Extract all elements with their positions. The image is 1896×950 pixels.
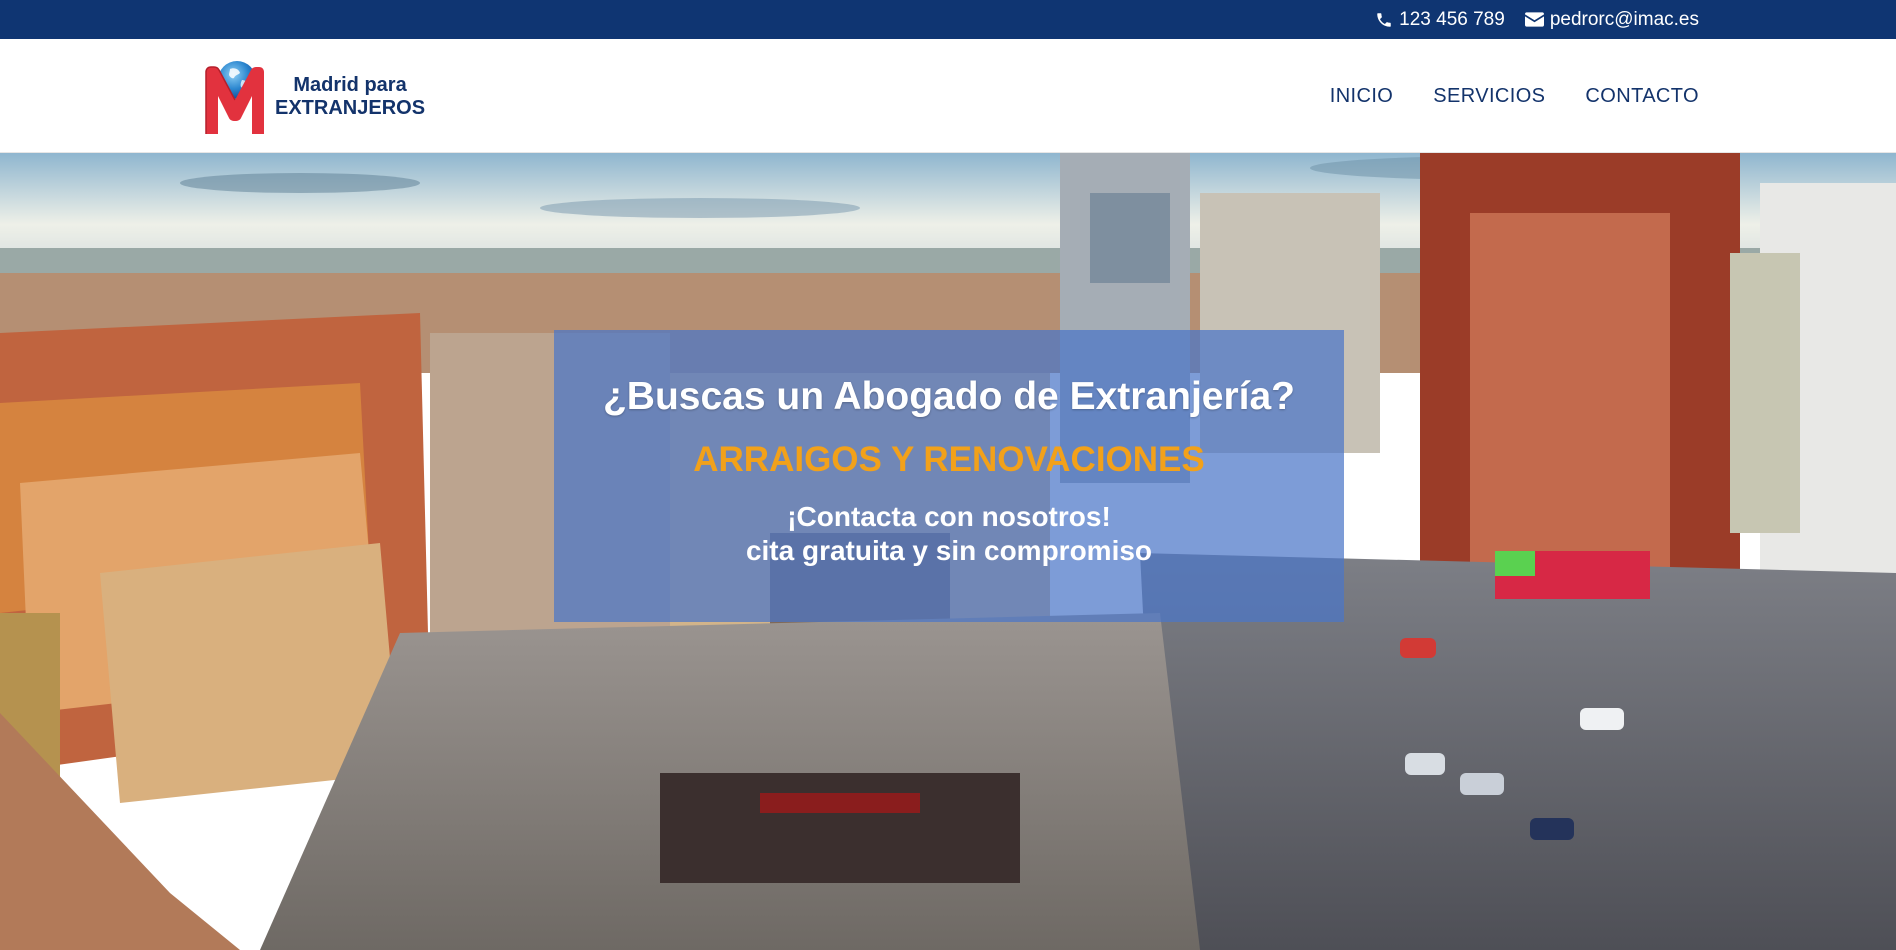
site-logo[interactable]: Madrid para EXTRANJEROS xyxy=(203,56,433,138)
hero-cta-line-2: cita gratuita y sin compromiso xyxy=(745,535,1153,566)
contact-info: 123 456 789 pedrorc@imac.es xyxy=(1375,0,1699,39)
envelope-icon xyxy=(1524,12,1544,27)
logo-line-2: EXTRANJEROS xyxy=(275,97,426,119)
top-contact-bar: 123 456 789 pedrorc@imac.es xyxy=(0,0,1896,39)
nav-item-contacto[interactable]: CONTACTO xyxy=(1585,85,1699,108)
site-header: Madrid para EXTRANJEROS INICIO SERVICIOS… xyxy=(0,39,1896,153)
logo-line-1: Madrid para xyxy=(293,74,407,96)
hero-section: ¿Buscas un Abogado de Extranjería? ARRAI… xyxy=(0,153,1896,950)
hero-overlay-panel: ¿Buscas un Abogado de Extranjería? ARRAI… xyxy=(554,330,1344,622)
nav-item-servicios[interactable]: SERVICIOS xyxy=(1433,85,1545,108)
phone-link[interactable]: 123 456 789 xyxy=(1375,9,1505,31)
logo-text: Madrid para EXTRANJEROS xyxy=(275,74,425,120)
hero-subtitle: ARRAIGOS Y RENOVACIONES xyxy=(693,440,1205,479)
email-address: pedrorc@imac.es xyxy=(1549,8,1699,30)
hero-cta-text: ¡Contacta con nosotros! cita gratuita y … xyxy=(746,500,1152,568)
hero-cta-line-1: ¡Contacta con nosotros! xyxy=(787,501,1111,532)
main-nav: INICIO SERVICIOS CONTACTO xyxy=(1330,39,1699,153)
phone-icon xyxy=(1377,12,1391,27)
phone-number: 123 456 789 xyxy=(1399,8,1505,30)
nav-item-inicio[interactable]: INICIO xyxy=(1330,85,1394,108)
hero-title: ¿Buscas un Abogado de Extranjería? xyxy=(602,375,1296,418)
email-link[interactable]: pedrorc@imac.es xyxy=(1524,8,1699,31)
logo-mark-icon xyxy=(203,58,267,136)
